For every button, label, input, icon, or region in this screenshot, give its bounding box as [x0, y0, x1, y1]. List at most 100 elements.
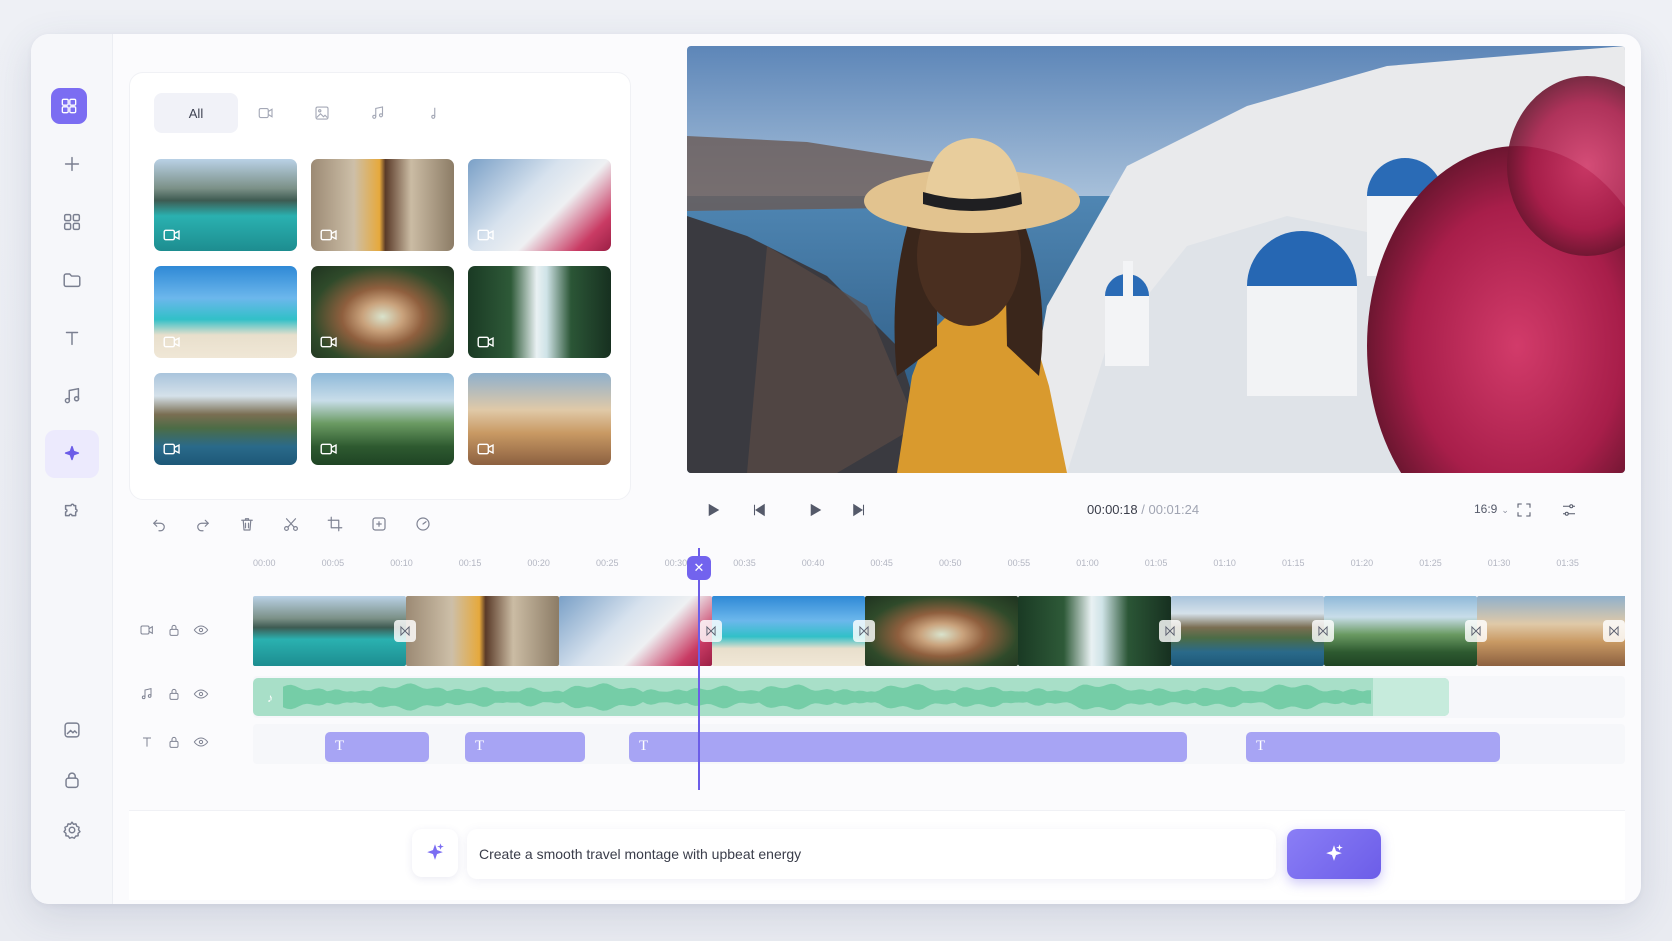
text-clip[interactable]: T	[629, 732, 1187, 762]
media-thumb-mountain-lake[interactable]	[154, 159, 297, 251]
ai-prompt-input[interactable]	[467, 829, 1276, 879]
video-icon	[476, 335, 498, 351]
music-icon[interactable]	[350, 93, 406, 133]
playhead-handle[interactable]: ✕	[687, 556, 711, 580]
ruler-tick: 00:50	[939, 558, 962, 568]
ai-sparkle-icon[interactable]	[45, 430, 99, 478]
video-clip-beach[interactable]	[712, 596, 865, 666]
media-thumb-beach[interactable]	[154, 266, 297, 358]
play-secondary-icon[interactable]	[803, 498, 827, 522]
aspect-ratio-select[interactable]: 16:9 ⌄	[1474, 502, 1509, 516]
ruler-tick: 01:10	[1213, 558, 1236, 568]
video-icon[interactable]	[238, 93, 294, 133]
video-icon	[162, 228, 184, 244]
media-thumb-swing[interactable]	[311, 373, 454, 465]
redo-icon[interactable]	[181, 510, 225, 538]
video-clip-waterfall[interactable]	[1018, 596, 1171, 666]
folder-icon[interactable]	[45, 256, 99, 304]
text-clip[interactable]: T	[1246, 732, 1500, 762]
transition-icon[interactable]	[1603, 620, 1625, 642]
settings-icon[interactable]	[45, 806, 99, 854]
video-clip-swing[interactable]	[1324, 596, 1477, 666]
video-clip-mountain-lake[interactable]	[253, 596, 406, 666]
video-icon	[162, 335, 184, 351]
ruler-tick: 01:25	[1419, 558, 1442, 568]
puzzle-icon[interactable]	[45, 488, 99, 536]
text-clip-label: T	[639, 738, 649, 754]
transition-icon[interactable]	[853, 620, 875, 642]
ruler-tick: 00:15	[458, 558, 482, 568]
ai-sparkle-icon[interactable]	[412, 829, 458, 877]
transition-icon[interactable]	[1465, 620, 1487, 642]
video-preview[interactable]	[687, 46, 1625, 473]
text-icon	[143, 737, 151, 747]
replace-icon[interactable]	[357, 510, 401, 538]
transition-icon[interactable]	[1159, 620, 1181, 642]
media-thumb-archway[interactable]	[311, 266, 454, 358]
ruler-tick: 00:30	[664, 558, 688, 568]
video-icon	[140, 625, 153, 635]
ruler-tick: 00:40	[801, 558, 825, 568]
ruler-tick: 01:05	[1144, 558, 1168, 568]
media-thumb-waterfall[interactable]	[468, 266, 611, 358]
generate-button[interactable]	[1287, 829, 1381, 879]
crop-icon[interactable]	[313, 510, 357, 538]
undo-icon[interactable]	[137, 510, 181, 538]
audio-clip[interactable]: ♪	[253, 678, 1449, 716]
ruler-tick: 00:55	[1007, 558, 1031, 568]
step-back-icon[interactable]	[747, 498, 771, 522]
adjust-icon[interactable]	[1557, 498, 1581, 522]
ruler-tick: 00:45	[870, 558, 893, 568]
apps-icon[interactable]	[45, 198, 99, 246]
media-thumb-santorini[interactable]	[468, 159, 611, 251]
step-forward-icon[interactable]	[847, 498, 871, 522]
video-clip-santorini[interactable]	[559, 596, 712, 666]
text-clip[interactable]: T	[465, 732, 585, 762]
video-clip-archway[interactable]	[865, 596, 1018, 666]
transition-icon[interactable]	[394, 620, 416, 642]
video-clip-woman-street[interactable]	[406, 596, 559, 666]
edit-toolbar	[137, 510, 445, 538]
speed-icon[interactable]	[401, 510, 445, 538]
total-time: 00:01:24	[1148, 502, 1200, 517]
time-separator: /	[1141, 502, 1145, 517]
image-icon[interactable]	[294, 93, 350, 133]
playhead-line[interactable]	[698, 548, 700, 790]
eye-icon[interactable]	[193, 734, 209, 750]
lock-icon[interactable]	[166, 686, 182, 702]
time-ruler[interactable]: 00:00 00:05 00:10 00:15 00:20 00:25 00:30 00:35…	[253, 558, 1625, 572]
delete-icon[interactable]	[225, 510, 269, 538]
eye-icon[interactable]	[193, 686, 209, 702]
ruler-tick: 01:30	[1487, 558, 1511, 568]
ruler-tick: 00:00	[253, 558, 276, 568]
lock-icon[interactable]	[166, 734, 182, 750]
split-icon[interactable]	[269, 510, 313, 538]
text-icon[interactable]	[45, 314, 99, 362]
play-icon[interactable]	[701, 498, 725, 522]
lock-icon[interactable]	[166, 622, 182, 638]
filter-all-tab[interactable]: All	[154, 93, 238, 133]
audio-note-icon[interactable]	[406, 93, 462, 133]
preview-frame-image	[687, 46, 1625, 473]
transition-icon[interactable]	[700, 620, 722, 642]
video-clip-cliffs[interactable]	[1171, 596, 1324, 666]
app-window: All 00:00:18 / 00:01:24 16:9 ⌄ 00:00 00:…	[31, 34, 1641, 904]
music-icon	[141, 688, 152, 700]
eye-icon[interactable]	[193, 622, 209, 638]
media-thumb-balloons[interactable]	[468, 373, 611, 465]
fullscreen-icon[interactable]	[1512, 498, 1536, 522]
ruler-tick: 00:05	[321, 558, 345, 568]
media-thumb-woman-street[interactable]	[311, 159, 454, 251]
video-icon	[476, 442, 498, 458]
logo-grid-icon[interactable]	[51, 88, 87, 124]
lock-icon[interactable]	[45, 756, 99, 804]
text-clip-label: T	[475, 738, 485, 754]
image-icon[interactable]	[45, 706, 99, 754]
ruler-tick: 01:00	[1076, 558, 1099, 568]
transition-icon[interactable]	[1312, 620, 1334, 642]
music-icon[interactable]	[45, 372, 99, 420]
text-clip[interactable]: T	[325, 732, 429, 762]
text-clip-label: T	[1256, 738, 1266, 754]
plus-icon[interactable]	[45, 140, 99, 188]
media-thumb-cliffs[interactable]	[154, 373, 297, 465]
